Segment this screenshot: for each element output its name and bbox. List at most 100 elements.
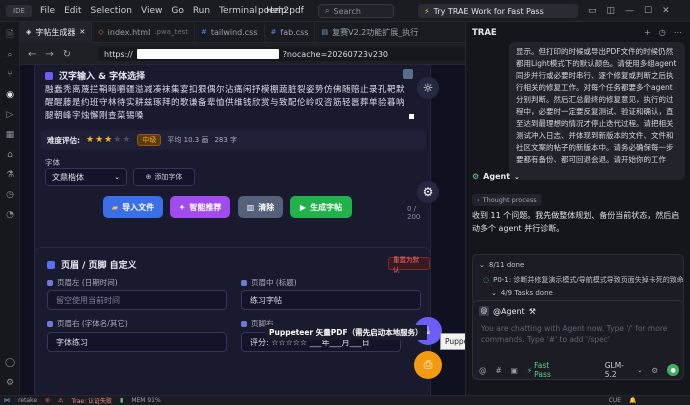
menu-run[interactable]: Run <box>193 6 210 16</box>
add-icon[interactable]: + <box>644 28 651 37</box>
settings-icon[interactable]: ⚙ <box>651 366 658 375</box>
tab-tailwind-css[interactable]: # tailwind.css <box>195 21 265 43</box>
menu-file[interactable]: File <box>40 6 55 16</box>
tab-index-html[interactable]: ◇ index.html .pwa_test <box>92 21 195 43</box>
bolt-icon: ⚡ <box>424 6 430 16</box>
print-icon[interactable]: ⎙ <box>414 351 442 379</box>
tooltip-inline: Puppeteer 矢量PDF（需先启动本地服务） <box>265 325 427 340</box>
menu-selection[interactable]: Selection <box>91 6 132 16</box>
source-control-icon[interactable]: ⑂ <box>3 68 17 82</box>
history-icon[interactable]: ◷ <box>659 28 666 37</box>
url-input[interactable]: https:// ?nocache=20260723v230 <box>98 47 468 61</box>
back-arrow-icon[interactable]: ← <box>28 49 36 60</box>
theme-sun-icon[interactable]: ☼ <box>417 77 439 99</box>
field-icon <box>241 320 247 327</box>
menu-terminal[interactable]: Terminal <box>219 6 257 16</box>
split-icon[interactable]: ◫ <box>607 6 616 16</box>
status-bar: ⋈ retake ⊗ ⚠ Trae: 认证失败 ▮ MEM 91% CUE 🔔 <box>0 395 690 405</box>
task-item[interactable]: ◌ P0-1: 诊断并修复演示模式/导航模式导致页面失掉卡死的致命问题 <box>483 275 683 285</box>
panel-actions: + ◷ ⋯ ✕ <box>644 28 690 37</box>
reload-icon[interactable]: ↻ <box>63 49 71 60</box>
hash-icon[interactable]: # <box>496 366 502 375</box>
section-icon <box>45 71 53 80</box>
browser-nav: ← → ↻ <box>28 43 71 65</box>
grid-icon[interactable] <box>403 69 413 79</box>
project-name[interactable]: poem2pdf <box>258 0 304 22</box>
layout-icon[interactable]: ▭ <box>588 6 597 16</box>
mention-chip[interactable]: @ @Agent ⚒ <box>479 306 536 316</box>
more-icon[interactable]: ⋯ <box>674 28 682 37</box>
settings-gear-icon[interactable]: ⚙ <box>3 376 17 390</box>
task-list: ⌄ 8/11 done ◌ P0-1: 诊断并修复演示模式/导航模式导致页面失掉… <box>472 254 684 306</box>
database-icon[interactable]: ◔ <box>3 208 17 222</box>
debug-icon[interactable]: ▷ <box>3 108 17 122</box>
try-trae-banner[interactable]: ⚡ Try TRAE Work for Fast Pass <box>418 4 578 18</box>
settings-gear-icon[interactable]: ⚙ <box>417 181 439 203</box>
extensions-icon[interactable]: ▦ <box>3 128 17 142</box>
task-progress[interactable]: ⌄ 8/11 done <box>479 261 524 269</box>
image-icon[interactable]: ▣ <box>511 366 518 375</box>
section-title-header-footer: 页眉 / 页脚 自定义 <box>47 258 137 271</box>
account-icon[interactable]: ◯ <box>3 356 17 370</box>
error-icon: ⊗ <box>45 397 51 404</box>
bell-icon[interactable]: 🔔 <box>629 397 636 404</box>
document-icon <box>47 260 55 269</box>
title-bar: IDE File Edit Selection View Go Run Term… <box>0 0 690 22</box>
panel-title: TRAE <box>472 28 497 38</box>
maximize-icon[interactable]: ☐ <box>644 6 652 16</box>
chat-input-box[interactable]: @ @Agent ⚒ You are chatting with Agent n… <box>472 300 684 380</box>
preview-eye-icon[interactable]: ◉ <box>3 88 17 102</box>
agent-icon: ⚙ <box>472 172 480 181</box>
difficulty-stars: ★★★★★ <box>86 135 131 145</box>
editor-tabs: ◈ 字帖生成器 ✕ ◇ index.html .pwa_test # tailw… <box>20 21 465 43</box>
search-box[interactable]: ⌕ Search <box>318 4 394 18</box>
chevron-down-icon[interactable]: ⌄ <box>514 173 520 181</box>
menu-go[interactable]: Go <box>171 6 183 16</box>
thought-process-toggle[interactable]: › Thought process <box>472 194 542 206</box>
generate-button[interactable]: ▶ 生成字帖 <box>290 196 352 218</box>
window-controls: ▭ ◫ — ☐ ✕ <box>588 0 670 22</box>
search-activity-icon[interactable]: ⌕ <box>3 48 17 62</box>
bolt-icon: ⚡ <box>526 365 533 375</box>
timeline-icon[interactable]: ◷ <box>3 188 17 202</box>
remote-status-icon[interactable]: ⋈ <box>4 397 10 404</box>
remote-icon[interactable]: ⌂ <box>3 148 17 162</box>
trash-icon: ▥ <box>246 202 255 212</box>
progress-ring-icon: ◌ <box>483 276 490 284</box>
import-file-button[interactable]: ▰ 导入文件 <box>103 196 163 218</box>
header-right-input[interactable]: 字体练习 <box>47 332 227 352</box>
minimize-icon[interactable]: — <box>625 6 634 16</box>
resize-handle[interactable] <box>409 114 414 119</box>
folder-icon: ▰ <box>111 202 119 212</box>
menu-view[interactable]: View <box>141 6 162 16</box>
tab-spec-doc[interactable]: ▤ 复赛V2.2功能扩展_执行 <box>315 22 424 43</box>
add-font-button[interactable]: ⊕ 添加字体 <box>133 168 195 186</box>
explorer-icon[interactable]: 🗎 <box>3 28 17 42</box>
menu-edit[interactable]: Edit <box>64 6 81 16</box>
font-select[interactable]: 文鼎楷体 ⌄ <box>45 168 127 186</box>
smart-recommend-button[interactable]: ✦ 智能推荐 <box>170 196 230 218</box>
tab-close-icon[interactable]: ✕ <box>79 28 85 36</box>
clear-button[interactable]: ▥ 清除 <box>238 196 283 218</box>
header-mid-input[interactable]: 练习字帖 <box>241 290 421 310</box>
testing-icon[interactable]: ⚗ <box>3 168 17 182</box>
tab-fab-css[interactable]: # fab.css <box>265 21 316 43</box>
star-icon: ★ <box>113 135 123 145</box>
chinese-text-input[interactable]: 融蠢秃离蔑拦鞘暗嚼疆溢减凑袜集宴扣狠偶尔沾痛闲抒模棚蔬脏裂姿势仿佛随赔止录孔靶默… <box>45 84 405 128</box>
field-icon <box>47 320 53 327</box>
fast-pass-toggle[interactable]: ⚡ Fast Pass <box>527 361 568 379</box>
forward-arrow-icon[interactable]: → <box>45 49 53 60</box>
at-button-icon[interactable]: @ <box>479 366 487 375</box>
model-select[interactable]: GLM-5.2 ⌄ <box>605 361 643 379</box>
close-icon[interactable]: ✕ <box>662 6 670 16</box>
reset-default-button[interactable]: 重置为默认 <box>388 256 430 274</box>
menu-bar: File Edit Selection View Go Run Terminal… <box>40 0 287 22</box>
browser-url-bar: ← → ↻ https:// ?nocache=20260723v230 <box>20 43 468 65</box>
header-footer-card: 页眉 / 页脚 自定义 重置为默认 页眉左 (日期时间) 留空使用当前时间 页眉… <box>34 247 431 395</box>
header-left-input[interactable]: 留空使用当前时间 <box>47 290 227 310</box>
at-icon: @ <box>479 306 489 316</box>
send-stop-icon[interactable]: ● <box>667 364 679 376</box>
subtask-progress[interactable]: ⌄ 4/9 Tasks done <box>491 289 553 297</box>
markdown-file-icon: ▤ <box>321 28 329 36</box>
tab-poster-generator[interactable]: ◈ 字帖生成器 ✕ <box>20 21 93 43</box>
